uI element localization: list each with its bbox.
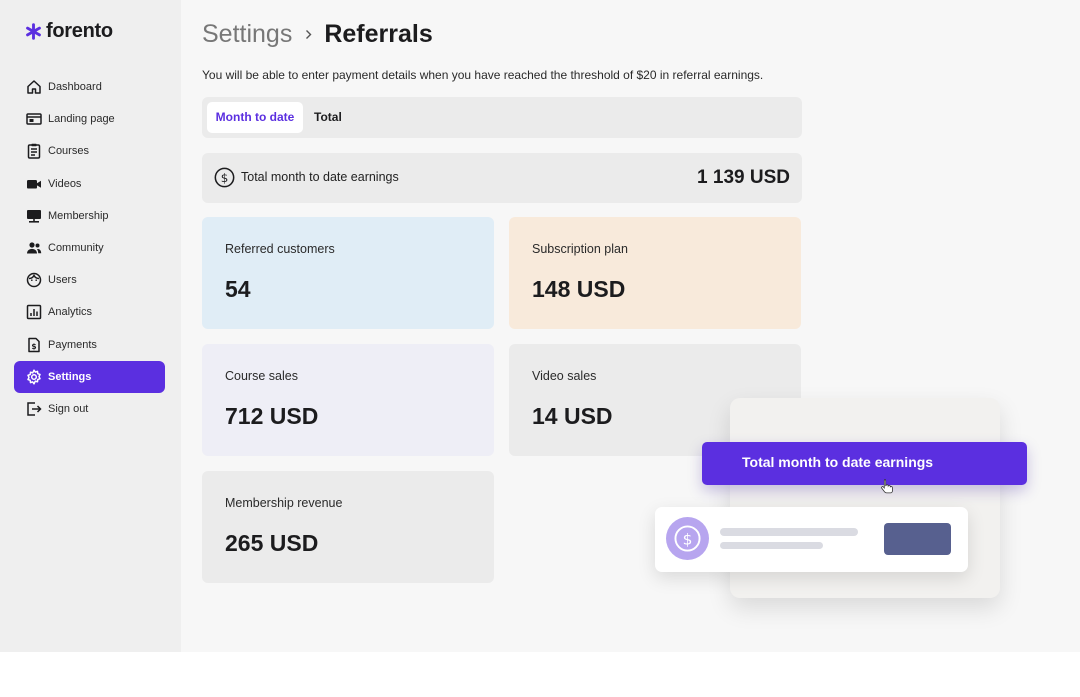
gear-icon <box>25 368 42 385</box>
analytics-icon <box>25 304 42 321</box>
sidebar-item-analytics[interactable]: Analytics <box>14 296 165 328</box>
stat-value: 54 <box>225 276 251 302</box>
svg-text:$: $ <box>31 342 36 351</box>
stat-label: Referred customers <box>225 242 335 256</box>
breadcrumb-settings-link[interactable]: Settings <box>202 20 292 49</box>
sidebar-item-landing-page[interactable]: Landing page <box>14 103 165 135</box>
tab-month-to-date[interactable]: Month to date <box>207 102 303 133</box>
brand-asterisk-icon <box>26 23 41 40</box>
stat-card-subscription-plan: Subscription plan 148 USD <box>509 217 801 329</box>
video-camera-icon <box>25 175 42 192</box>
stat-card-membership-revenue: Membership revenue 265 USD <box>202 471 494 583</box>
tab-total[interactable]: Total <box>304 102 352 133</box>
sidebar-item-label: Community <box>48 241 104 254</box>
stat-label: Video sales <box>532 369 597 383</box>
stat-value: 148 USD <box>532 276 626 302</box>
sidebar-item-dashboard[interactable]: Dashboard <box>14 71 165 103</box>
membership-icon <box>25 207 42 224</box>
users-icon <box>25 272 42 289</box>
sign-out-icon <box>25 400 42 417</box>
sidebar-item-label: Settings <box>48 370 92 383</box>
sidebar-item-membership[interactable]: Membership <box>14 200 165 232</box>
svg-text:$: $ <box>683 530 693 548</box>
sidebar-item-community[interactable]: Community <box>14 232 165 264</box>
illustration-earnings-card: $ <box>655 507 968 572</box>
illustration-banner: Total month to date earnings <box>702 442 1027 485</box>
sidebar-item-label: Videos <box>48 177 82 190</box>
sidebar-item-users[interactable]: Users <box>14 264 165 296</box>
svg-text:$: $ <box>221 171 229 185</box>
total-earnings-bar: $ Total month to date earnings 1 139 USD <box>202 153 802 203</box>
chevron-right-icon <box>306 30 312 39</box>
sidebar-item-videos[interactable]: Videos <box>14 168 165 200</box>
stat-label: Membership revenue <box>225 496 343 510</box>
sidebar-item-label: Sign out <box>48 402 89 415</box>
sidebar-item-label: Users <box>48 274 77 287</box>
sidebar-item-label: Payments <box>48 338 97 351</box>
sidebar-item-label: Membership <box>48 209 109 222</box>
stat-card-referred-customers: Referred customers 54 <box>202 217 494 329</box>
sidebar: forento Dashboard Landing page Courses V… <box>0 0 181 652</box>
brand-name: forento <box>46 20 113 42</box>
courses-icon <box>25 143 42 160</box>
total-earnings-value: 1 139 USD <box>697 167 790 188</box>
total-earnings-label: Total month to date earnings <box>241 170 399 184</box>
threshold-notice: You will be able to enter payment detail… <box>202 68 764 82</box>
sidebar-item-label: Dashboard <box>48 81 102 93</box>
sidebar-item-courses[interactable]: Courses <box>14 135 165 167</box>
placeholder-line <box>720 542 823 549</box>
payments-icon: $ <box>25 336 42 353</box>
sidebar-item-label: Landing page <box>48 113 115 126</box>
period-tabs: Month to date Total <box>202 97 802 138</box>
brand-logo[interactable]: forento <box>25 20 113 43</box>
home-icon <box>25 79 42 96</box>
illustration-banner-text: Total month to date earnings <box>742 454 934 470</box>
hand-cursor-icon <box>881 479 893 494</box>
stat-label: Subscription plan <box>532 242 628 256</box>
stat-label: Course sales <box>225 369 298 383</box>
sidebar-item-payments[interactable]: $ Payments <box>14 329 165 361</box>
stat-value: 712 USD <box>225 403 319 429</box>
breadcrumb: Settings Referrals <box>202 20 433 49</box>
placeholder-line <box>720 528 858 536</box>
dollar-circle-icon: $ <box>214 167 235 188</box>
landing-page-icon <box>25 111 42 128</box>
sidebar-item-label: Analytics <box>48 306 93 319</box>
page-title: Referrals <box>324 20 433 48</box>
sidebar-item-settings[interactable]: Settings <box>14 360 165 393</box>
app-window: forento Dashboard Landing page Courses V… <box>0 0 1080 652</box>
sidebar-item-sign-out[interactable]: Sign out <box>14 393 165 425</box>
illustration-button <box>884 523 951 555</box>
stat-value: 14 USD <box>532 403 613 429</box>
community-icon <box>25 239 42 256</box>
sidebar-item-label: Courses <box>48 145 89 158</box>
stat-value: 265 USD <box>225 530 319 556</box>
coin-icon: $ <box>666 517 709 560</box>
sidebar-nav: Dashboard Landing page Courses Videos Me… <box>14 71 165 425</box>
stat-card-course-sales: Course sales 712 USD <box>202 344 494 456</box>
